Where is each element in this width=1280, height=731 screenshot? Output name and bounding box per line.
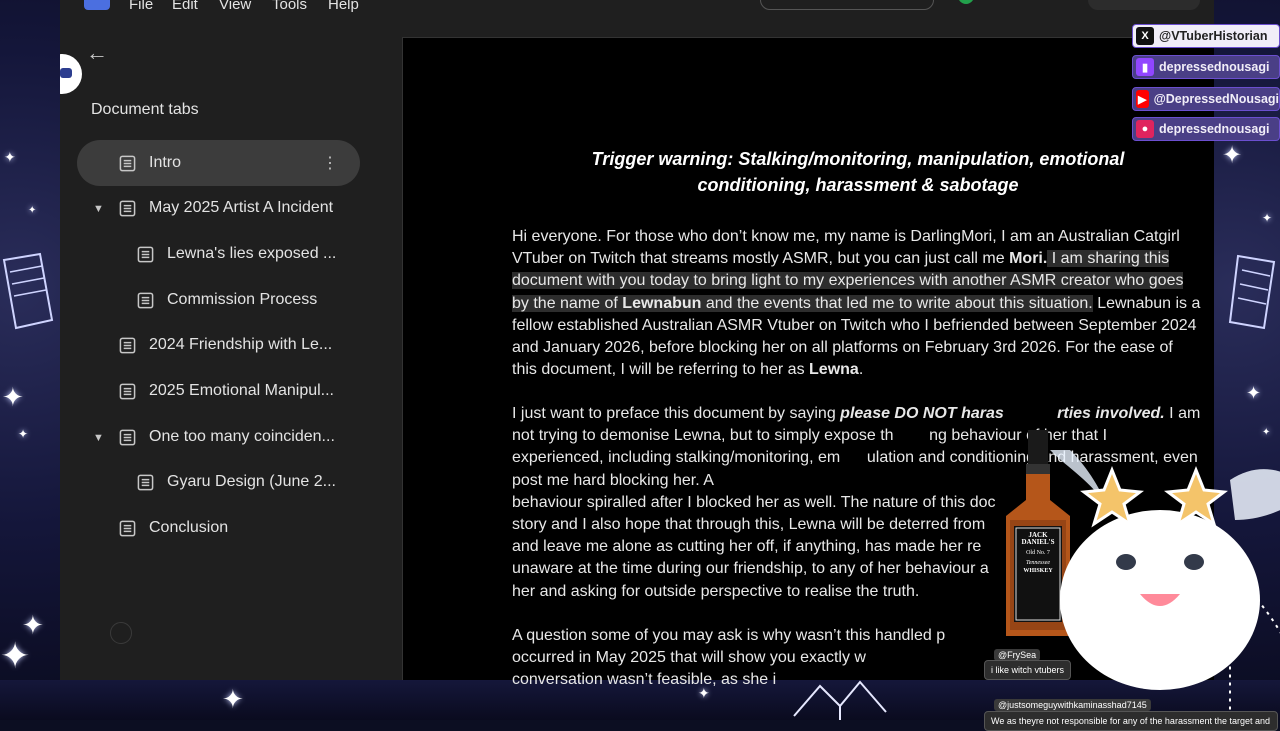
para-text: unaware at the time during our friendshi…: [512, 560, 989, 578]
tab-label: May 2025 Artist A Incident: [149, 199, 334, 216]
sparkle-icon: ✦: [0, 635, 31, 676]
vtuber-avatar-image: [1050, 450, 1280, 720]
x-icon: X: [1136, 27, 1154, 45]
para-text: and leave me alone as cutting her off, i…: [512, 538, 982, 556]
tab-conclusion[interactable]: Conclusion: [119, 505, 399, 551]
social-handle: @DepressedNousagi: [1153, 92, 1279, 106]
document-icon: [137, 292, 154, 308]
tab-lewnas-lies-exposed[interactable]: Lewna's lies exposed ...: [137, 231, 399, 277]
document-icon: [137, 246, 154, 262]
tab-one-too-many-coincidences[interactable]: One too many coinciden...: [119, 414, 399, 460]
menu-tools[interactable]: Tools: [272, 0, 307, 13]
faint-circle-icon: [110, 622, 132, 644]
para-text: A question some of you may ask is why wa…: [512, 627, 946, 644]
record-icon: ●: [1136, 120, 1154, 138]
social-twitch: ▮ depressednousagi: [1132, 55, 1280, 79]
para-text: .: [858, 361, 864, 379]
menu-file[interactable]: File: [129, 0, 153, 13]
sparkle-icon: ✦: [4, 149, 16, 165]
document-icon: [137, 474, 154, 490]
document-icon: [119, 383, 136, 399]
para-text: story and I also hope that through this,…: [512, 516, 986, 534]
menu-help[interactable]: Help: [328, 0, 359, 13]
para-text: behaviour spiralled after I blocked her …: [512, 493, 996, 511]
tab-label: One too many coinciden...: [149, 428, 335, 445]
status-indicator: [958, 0, 974, 4]
para-bold-italic: rties involved.: [1057, 405, 1165, 422]
twitch-icon: ▮: [1136, 58, 1154, 76]
para-text: her and asking for outside perspective t…: [512, 582, 920, 600]
tab-label: 2024 Friendship with Le...: [149, 336, 333, 353]
sparkle-icon: ✦: [1262, 211, 1273, 225]
para-bold-italic: please DO NOT haras: [840, 405, 1004, 422]
sparkle-icon: ✦: [1222, 142, 1243, 169]
tab-may-2025-artist-a-incident[interactable]: May 2025 Artist A Incident: [119, 185, 399, 231]
tab-2025-emotional-manipulation[interactable]: 2025 Emotional Manipul...: [119, 368, 399, 414]
docs-logo-icon[interactable]: [84, 0, 110, 10]
more-options-icon[interactable]: ⋮: [322, 153, 338, 173]
document-icon: [119, 200, 136, 216]
document-icon: [119, 429, 136, 445]
social-handle: depressednousagi: [1159, 60, 1270, 74]
menu-view[interactable]: View: [219, 0, 251, 13]
social-x: X @VTuberHistorian: [1132, 24, 1280, 48]
chat-username: @justsomeguywithkaminasshad7145: [994, 699, 1151, 711]
document-title: Trigger warning: Stalking/monitoring, ma…: [591, 149, 1125, 195]
chat-message: We as theyre not responsible for any of …: [984, 711, 1278, 731]
social-record: ● depressednousagi: [1132, 117, 1280, 141]
share-button[interactable]: [1088, 0, 1200, 10]
book-doodle-icon: [1228, 254, 1276, 330]
sparkle-icon: ✦: [18, 427, 29, 441]
meet-badge-icon[interactable]: [60, 54, 82, 94]
tab-label: 2025 Emotional Manipul...: [149, 382, 334, 399]
meet-button[interactable]: [760, 0, 934, 10]
collapse-caret-icon[interactable]: ▼: [93, 203, 104, 215]
tab-2024-friendship[interactable]: 2024 Friendship with Le...: [119, 322, 399, 368]
para-highlight: and the events that led me to write abou…: [701, 294, 1093, 312]
back-arrow-icon[interactable]: ←: [86, 40, 108, 66]
tab-label: Conclusion: [149, 519, 229, 536]
sparkle-icon: ✦: [2, 382, 24, 412]
paragraph-intro: Hi everyone. For those who don’t know me…: [512, 226, 1202, 381]
collapse-caret-icon[interactable]: ▼: [93, 432, 104, 444]
menu-edit[interactable]: Edit: [172, 0, 198, 13]
chat-message: i like witch vtubers: [984, 660, 1072, 680]
para-text: occurred in May 2025 that will show you …: [512, 649, 866, 667]
document-icon: [119, 520, 136, 536]
para-text: conversation wasn’t feasible, as she i: [512, 671, 777, 689]
book-doodle-icon: [2, 252, 54, 330]
para-text: I just want to preface this document by …: [512, 405, 841, 422]
para-bold: Lewna: [809, 361, 859, 379]
sparkle-icon: ✦: [222, 684, 244, 714]
tab-commission-process[interactable]: Commission Process: [137, 277, 399, 323]
sparkle-icon: ✦: [1262, 427, 1271, 438]
tab-gyaru-design[interactable]: Gyaru Design (June 2...: [137, 459, 399, 505]
document-icon: [119, 155, 136, 171]
menu-bar: File Edit View Tools Help: [60, 0, 1214, 16]
tab-intro[interactable]: Intro ⋮: [77, 140, 360, 186]
sidebar-title: Document tabs: [91, 101, 199, 118]
youtube-icon: ▶: [1136, 90, 1149, 108]
tab-label: Gyaru Design (June 2...: [167, 473, 336, 490]
social-handle: depressednousagi: [1159, 122, 1270, 136]
tab-label: Intro: [149, 154, 182, 171]
social-youtube: ▶ @DepressedNousagi: [1132, 87, 1280, 111]
para-bold-highlight: Lewnabun: [622, 294, 702, 312]
para-bold: Mori.: [1009, 250, 1048, 268]
sparkle-icon: ✦: [28, 205, 37, 216]
social-handle: @VTuberHistorian: [1159, 29, 1268, 43]
document-icon: [119, 337, 136, 353]
tab-label: Lewna's lies exposed ...: [167, 245, 337, 262]
sparkle-icon: ✦: [1246, 383, 1262, 403]
tab-label: Commission Process: [167, 291, 318, 308]
